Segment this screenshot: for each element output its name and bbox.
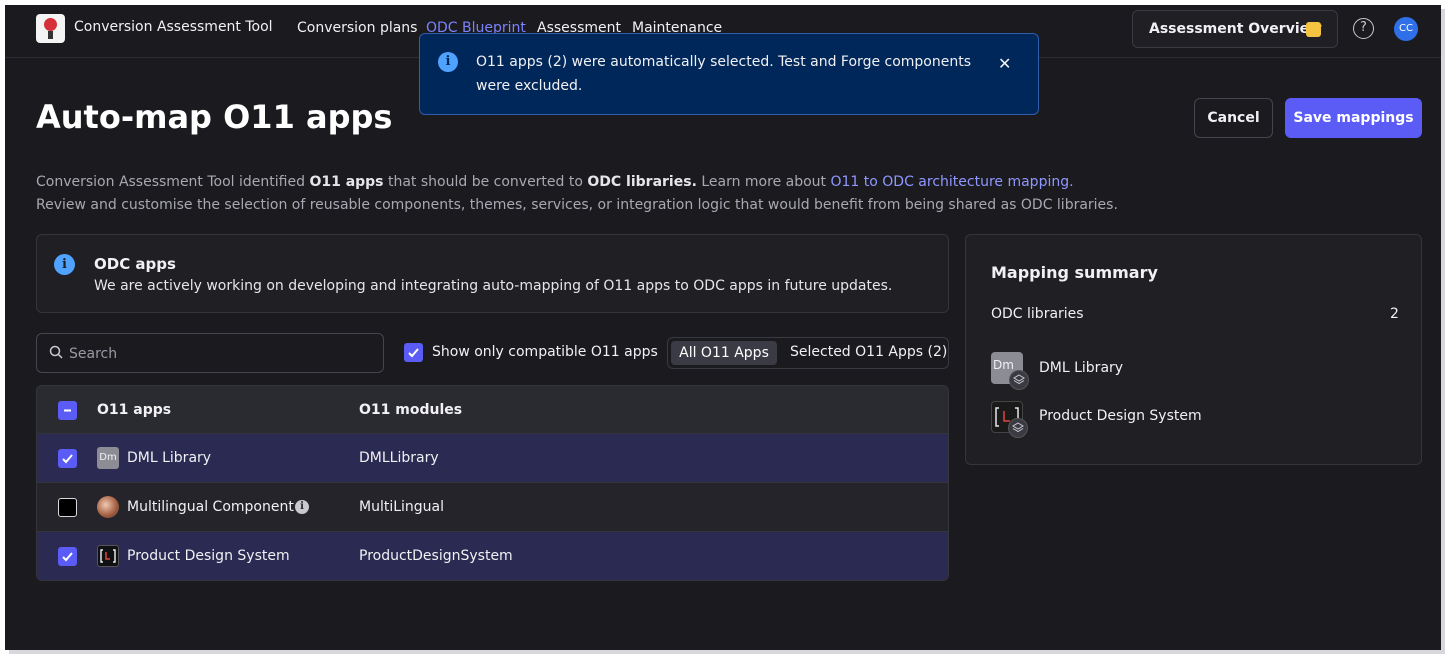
app-name: DML Library — [127, 450, 212, 466]
search-input[interactable] — [69, 343, 369, 365]
info-icon: i — [438, 52, 458, 72]
odc-apps-info-card: i ODC apps We are actively working on de… — [36, 234, 949, 313]
module-name: DMLLibrary — [359, 450, 439, 466]
table-row[interactable]: Product Design System ProductDesignSyste… — [37, 532, 948, 580]
close-icon[interactable]: ✕ — [998, 54, 1011, 73]
description-line-1: Conversion Assessment Tool identified O1… — [36, 174, 1074, 190]
library-stack-icon — [1009, 370, 1029, 390]
table-row[interactable]: Dm DML Library DMLLibrary — [37, 434, 948, 483]
column-header-apps[interactable]: O11 apps — [97, 402, 171, 418]
checkmark-icon — [62, 454, 73, 464]
help-icon[interactable]: ? — [1353, 18, 1374, 39]
module-name: ProductDesignSystem — [359, 548, 513, 564]
page-description: Conversion Assessment Tool identified O1… — [36, 171, 1118, 217]
row-checkbox[interactable] — [58, 498, 77, 517]
app-logo-icon[interactable] — [36, 14, 65, 43]
library-stack-icon — [1008, 418, 1028, 438]
row-checkbox[interactable] — [58, 547, 77, 566]
mapping-summary-panel: Mapping summary ODC libraries 2 Dm DML L… — [965, 234, 1422, 465]
compatible-only-checkbox[interactable] — [404, 343, 423, 362]
page-title: Auto-map O11 apps — [36, 98, 393, 136]
o11-apps-table: O11 apps O11 modules Dm DML Library DMLL… — [36, 385, 949, 581]
select-all-checkbox[interactable] — [58, 401, 77, 420]
pds-icon — [97, 545, 119, 567]
app-filter-segmented-control: All O11 Apps Selected O11 Apps (2) — [667, 337, 949, 369]
save-mappings-button[interactable]: Save mappings — [1285, 98, 1422, 138]
multilingual-icon — [97, 496, 119, 518]
checkmark-icon — [408, 348, 419, 358]
app-window: Conversion Assessment Tool Conversion pl… — [5, 5, 1441, 650]
search-box — [36, 333, 384, 373]
checkmark-icon — [62, 552, 73, 562]
info-card-text: We are actively working on developing an… — [94, 278, 893, 294]
odc-libraries-label: ODC libraries — [991, 306, 1084, 322]
library-name: Product Design System — [1039, 408, 1202, 424]
odc-libraries-count: 2 — [1390, 306, 1399, 322]
column-header-modules[interactable]: O11 modules — [359, 402, 462, 418]
dm-icon: Dm — [97, 447, 119, 469]
status-square-icon — [1306, 22, 1321, 37]
tab-all-o11-apps[interactable]: All O11 Apps — [671, 341, 777, 365]
nav-conversion-plans[interactable]: Conversion plans — [297, 20, 417, 36]
library-name: DML Library — [1039, 360, 1124, 376]
user-avatar[interactable]: CC — [1394, 17, 1418, 41]
minus-icon — [64, 409, 71, 412]
module-name: MultiLingual — [359, 499, 445, 515]
summary-heading: Mapping summary — [991, 263, 1158, 282]
table-header: O11 apps O11 modules — [37, 386, 948, 434]
search-icon — [49, 345, 63, 359]
app-title[interactable]: Conversion Assessment Tool — [74, 19, 273, 35]
assessment-overview-button[interactable]: Assessment Overview — [1132, 10, 1338, 48]
toast-message: O11 apps (2) were automatically selected… — [476, 54, 972, 94]
info-icon: i — [54, 254, 75, 275]
table-row[interactable]: Multilingual Component i MultiLingual — [37, 483, 948, 532]
app-name: Multilingual Component — [127, 499, 294, 515]
row-checkbox[interactable] — [58, 449, 77, 468]
pds-library-icon — [991, 401, 1028, 438]
compatible-only-label[interactable]: Show only compatible O11 apps — [432, 344, 658, 360]
tab-selected-o11-apps[interactable]: Selected O11 Apps (2) — [790, 344, 947, 360]
dm-library-icon: Dm — [991, 352, 1029, 390]
architecture-mapping-link[interactable]: O11 to ODC architecture mapping. — [830, 174, 1073, 190]
info-icon[interactable]: i — [295, 500, 309, 514]
info-card-heading: ODC apps — [94, 255, 176, 273]
description-line-2: Review and customise the selection of re… — [36, 197, 1118, 213]
notification-toast: i O11 apps (2) were automatically select… — [419, 33, 1039, 115]
cancel-button[interactable]: Cancel — [1194, 98, 1273, 138]
app-name: Product Design System — [127, 548, 290, 564]
assessment-overview-label: Assessment Overview — [1149, 21, 1323, 37]
